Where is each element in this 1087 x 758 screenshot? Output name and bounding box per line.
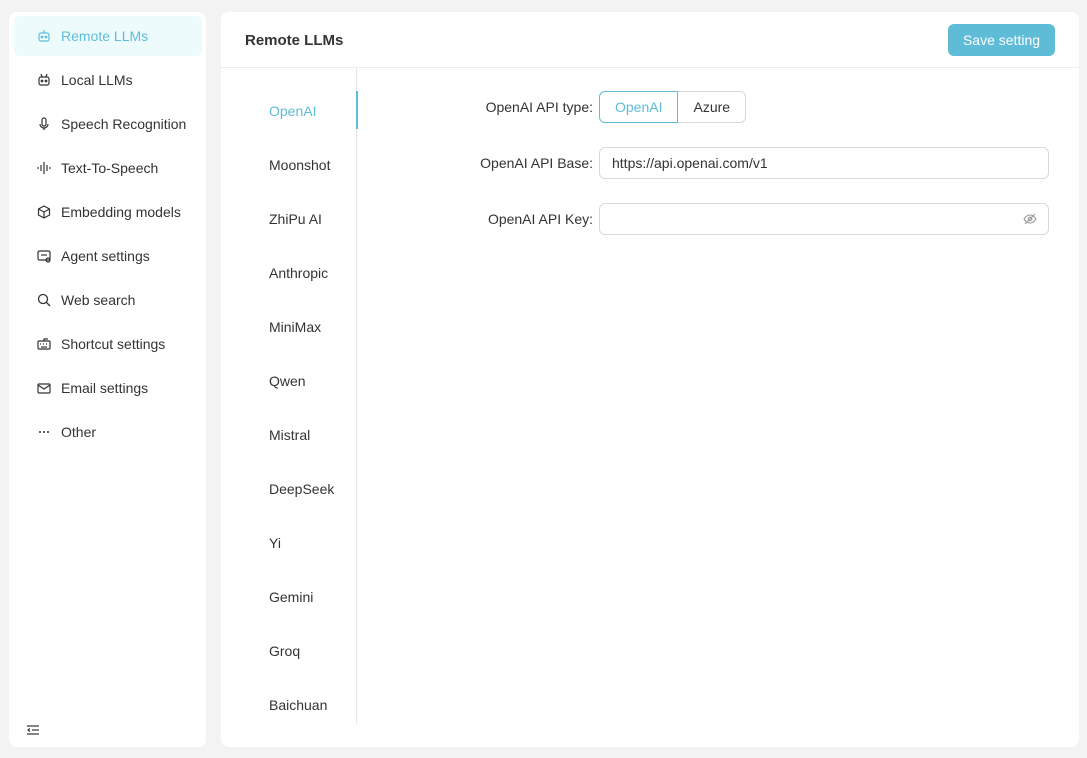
api-key-row: OpenAI API Key: [361, 203, 1055, 235]
sidebar-item-web-search[interactable]: Web search [14, 280, 202, 320]
api-type-row: OpenAI API type: OpenAI Azure [361, 91, 1055, 123]
keyboard-icon [37, 337, 51, 351]
sidebar-item-text-to-speech[interactable]: Text-To-Speech [14, 148, 202, 188]
provider-list: OpenAI Moonshot ZhiPu AI Anthropic MiniM… [221, 68, 358, 725]
provider-tab-moonshot[interactable]: Moonshot [221, 145, 357, 185]
provider-tab-baichuan[interactable]: Baichuan [221, 685, 357, 725]
sidebar: Remote LLMs Local LLMs Speech Recognitio… [9, 12, 206, 747]
api-type-label: OpenAI API type: [485, 99, 593, 115]
ellipsis-icon [37, 425, 51, 439]
sidebar-item-label: Email settings [61, 380, 149, 396]
api-base-label: OpenAI API Base: [480, 155, 593, 171]
sidebar-item-other[interactable]: Other [14, 412, 202, 452]
provider-tab-openai[interactable]: OpenAI [221, 91, 358, 131]
sidebar-item-agent-settings[interactable]: Agent settings [14, 236, 202, 276]
sidebar-item-label: Web search [61, 292, 136, 308]
cube-icon [37, 205, 51, 219]
eye-invisible-icon[interactable] [1023, 212, 1037, 226]
sidebar-item-speech-recognition[interactable]: Speech Recognition [14, 104, 202, 144]
sidebar-item-label: Speech Recognition [61, 116, 187, 132]
api-key-field [599, 203, 1049, 235]
sidebar-item-email-settings[interactable]: Email settings [14, 368, 202, 408]
sidebar-item-label: Local LLMs [61, 72, 133, 88]
sidebar-item-remote-llms[interactable]: Remote LLMs [14, 16, 202, 56]
provider-tab-yi[interactable]: Yi [221, 523, 357, 563]
api-base-row: OpenAI API Base: [361, 147, 1055, 179]
api-key-input[interactable] [599, 203, 1049, 235]
provider-tab-gemini[interactable]: Gemini [221, 577, 357, 617]
api-type-segmented-control: OpenAI Azure [599, 91, 747, 123]
api-type-option-azure[interactable]: Azure [678, 91, 747, 123]
provider-tab-anthropic[interactable]: Anthropic [221, 253, 357, 293]
main-header: Remote LLMs Save setting [221, 12, 1079, 68]
robot-icon [37, 29, 51, 43]
sidebar-item-embedding-models[interactable]: Embedding models [14, 192, 202, 232]
sidebar-item-label: Other [61, 424, 97, 440]
robot-icon [37, 73, 51, 87]
api-type-option-openai[interactable]: OpenAI [599, 91, 679, 123]
sidebar-item-shortcut-settings[interactable]: Shortcut settings [14, 324, 202, 364]
soundwave-icon [37, 161, 51, 175]
main-panel: Remote LLMs Save setting OpenAI Moonshot… [221, 12, 1079, 747]
agent-icon [37, 249, 51, 263]
save-setting-button[interactable]: Save setting [948, 24, 1055, 56]
provider-tab-minimax[interactable]: MiniMax [221, 307, 357, 347]
sidebar-item-label: Agent settings [61, 248, 150, 264]
page-title: Remote LLMs [245, 32, 344, 49]
provider-tab-deepseek[interactable]: DeepSeek [221, 469, 357, 509]
provider-tab-zhipu[interactable]: ZhiPu AI [221, 199, 357, 239]
sidebar-item-label: Shortcut settings [61, 336, 166, 352]
provider-tab-mistral[interactable]: Mistral [221, 415, 357, 455]
collapse-sidebar-icon[interactable] [26, 723, 40, 737]
api-base-input[interactable] [599, 147, 1049, 179]
provider-tab-groq[interactable]: Groq [221, 631, 357, 671]
provider-tab-qwen[interactable]: Qwen [221, 361, 357, 401]
sidebar-item-label: Remote LLMs [61, 28, 149, 44]
sidebar-item-local-llms[interactable]: Local LLMs [14, 60, 202, 100]
sidebar-item-label: Embedding models [61, 204, 181, 220]
sidebar-item-label: Text-To-Speech [61, 160, 159, 176]
mail-icon [37, 381, 51, 395]
search-icon [37, 293, 51, 307]
api-key-label: OpenAI API Key: [487, 211, 593, 227]
microphone-icon [37, 117, 51, 131]
